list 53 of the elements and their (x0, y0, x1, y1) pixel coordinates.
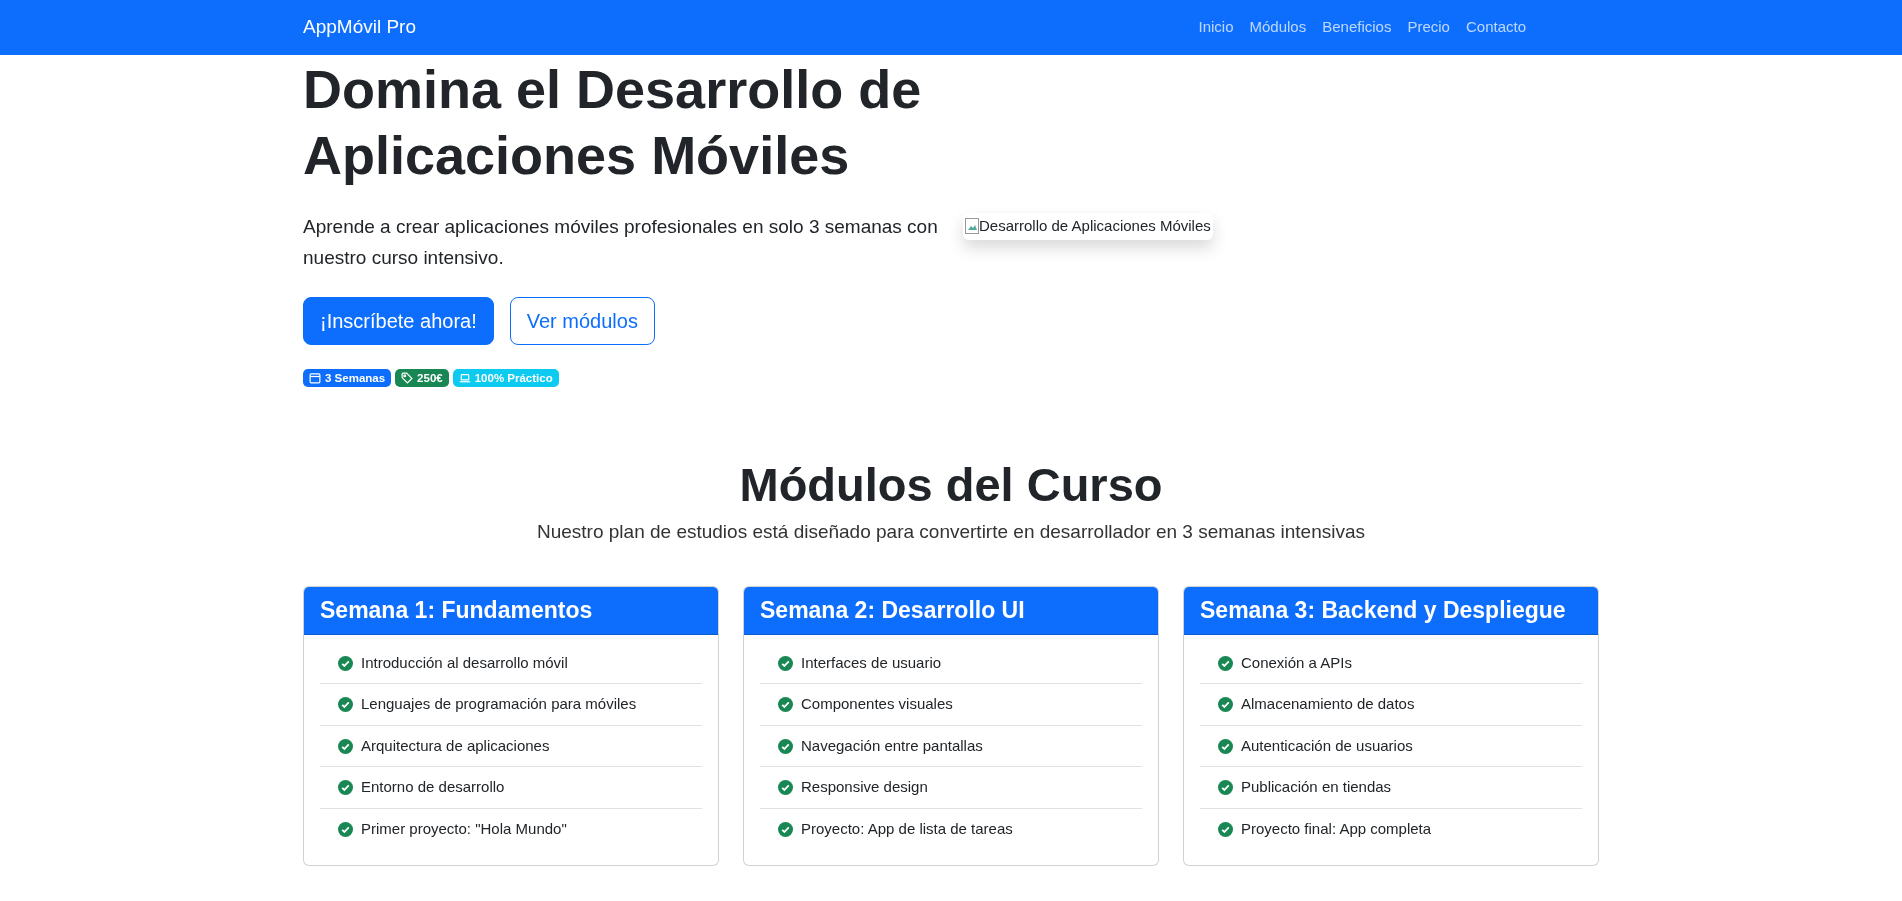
check-circle-icon (778, 821, 793, 837)
module-topic: Autenticación de usuarios (1241, 735, 1413, 756)
calendar-icon (309, 372, 321, 385)
check-circle-icon (778, 655, 793, 671)
module-topic: Proyecto final: App completa (1241, 818, 1432, 839)
check-circle-icon (338, 697, 353, 713)
hero-title: Domina el Desarrollo de Aplicaciones Móviles (303, 58, 923, 187)
check-circle-icon (1218, 697, 1233, 713)
section-subtitle: Nuestro plan de estudios está diseñado para convertirte en desarrollador en 3 semanas intensivas (535, 519, 1367, 544)
section-title: Módulos del Curso (738, 457, 1164, 514)
module-topic: Primer proyecto: "Hola Mundo" (361, 818, 567, 839)
module-topic: Lenguajes de programación para móviles (361, 694, 637, 715)
check-circle-icon (778, 697, 793, 713)
info-badge: 3 Semanas (303, 369, 392, 388)
modules-button[interactable]: Ver módulos (509, 297, 655, 346)
card-title: Semana 2: Desarrollo UI (744, 587, 1158, 635)
module-topic: Publicación en tiendas (1241, 777, 1392, 798)
module-topic: Componentes visuales (801, 694, 953, 715)
check-circle-icon (338, 738, 353, 754)
module-topic: Responsive design (801, 777, 928, 798)
module-topic: Navegación entre pantallas (801, 735, 983, 756)
brand-link[interactable]: AppMóvil Pro (303, 13, 416, 42)
info-badge: 100% Práctico (452, 369, 559, 388)
card-title: Semana 3: Backend y Despliegue (1184, 587, 1598, 635)
card-title: Semana 1: Fundamentos (304, 587, 718, 635)
module-topic: Almacenamiento de datos (1241, 694, 1415, 715)
nav-link[interactable]: Precio (1399, 16, 1458, 39)
hero-description: Aprende a crear aplicaciones móviles profesionales en solo 3 semanas con nuestro curso intensivo. (303, 214, 939, 271)
module-topic: Interfaces de usuario (801, 652, 942, 673)
check-circle-icon (338, 655, 353, 671)
nav-link[interactable]: Inicio (1190, 16, 1242, 39)
laptop-icon (458, 372, 471, 385)
check-circle-icon (778, 780, 793, 796)
check-circle-icon (1218, 780, 1233, 796)
check-circle-icon (778, 738, 793, 754)
image-alt-text: Desarrollo de Aplicaciones Móviles (979, 216, 1211, 236)
nav-link[interactable]: Contacto (1457, 16, 1534, 39)
check-circle-icon (1218, 821, 1233, 837)
tag-icon (401, 372, 414, 385)
nav-link[interactable]: Módulos (1241, 16, 1315, 39)
broken-image-icon (965, 218, 979, 235)
check-circle-icon (1218, 655, 1233, 671)
module-topic: Introducción al desarrollo móvil (361, 652, 568, 673)
nav-link[interactable]: Beneficios (1314, 16, 1400, 39)
module-topic: Entorno de desarrollo (361, 777, 505, 798)
info-badge: 250€ (395, 369, 449, 388)
check-circle-icon (338, 780, 353, 796)
check-circle-icon (338, 821, 353, 837)
check-circle-icon (1218, 738, 1233, 754)
module-topic: Arquitectura de aplicaciones (361, 735, 550, 756)
enroll-button[interactable]: ¡Inscríbete ahora! (303, 297, 494, 346)
module-topic: Conexión a APIs (1241, 652, 1352, 673)
module-topic: Proyecto: App de lista de tareas (801, 818, 1013, 839)
